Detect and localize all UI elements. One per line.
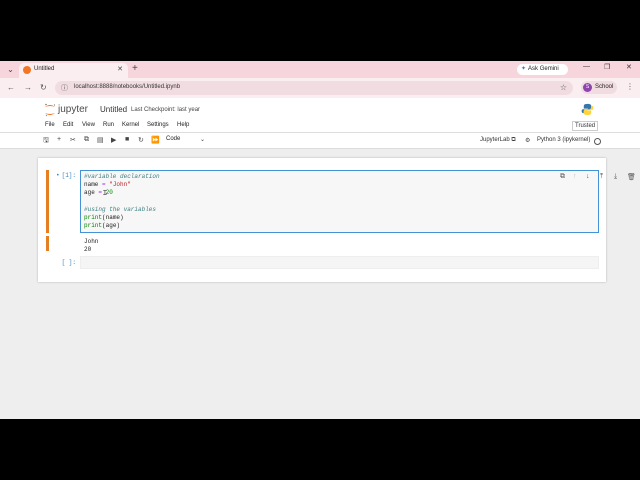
menu-help[interactable]: Help xyxy=(177,122,189,128)
cell-type-select[interactable]: Code xyxy=(166,136,180,142)
paste-icon[interactable]: ▤ xyxy=(97,136,104,144)
browser-toolbar: ← → ↻ ⓘ localhost:8888/notebooks/Untitle… xyxy=(0,78,640,98)
menu-file[interactable]: File xyxy=(45,122,55,128)
code-line: name = "John" xyxy=(84,181,131,188)
code-token: name xyxy=(84,181,99,188)
forward-icon[interactable]: → xyxy=(24,83,32,92)
insert-cell-icon[interactable]: + xyxy=(57,136,61,143)
code-cell-editor[interactable]: #variable declaration name = "John" age … xyxy=(80,170,636,233)
python-logo-icon xyxy=(581,103,594,116)
code-token: print xyxy=(84,214,103,221)
jupyter-menubar: File Edit View Run Kernel Settings Help … xyxy=(0,119,640,133)
code-line: print(name) xyxy=(84,214,124,221)
notebook-name[interactable]: Untitled xyxy=(100,105,127,114)
delete-cell-icon[interactable]: 🗑 xyxy=(627,173,636,181)
menu-kernel[interactable]: Kernel xyxy=(122,122,139,128)
menu-view[interactable]: View xyxy=(82,122,95,128)
text-cursor-icon: Ɪ xyxy=(103,190,107,197)
url-text[interactable]: localhost:8888/notebooks/Untitled.ipynb xyxy=(74,84,180,90)
trusted-badge[interactable]: Trusted xyxy=(572,121,599,131)
back-icon[interactable]: ← xyxy=(7,83,15,92)
bookmark-star-icon[interactable]: ☆ xyxy=(560,83,567,92)
active-output-indicator xyxy=(46,236,49,251)
insert-above-icon[interactable]: ⤒ xyxy=(600,173,603,181)
active-cell-indicator xyxy=(46,170,49,233)
close-window-icon[interactable]: ✕ xyxy=(626,63,632,71)
jupyterlab-link[interactable]: JupyterLab ⧉ xyxy=(480,137,516,144)
minimize-icon[interactable]: — xyxy=(583,63,590,70)
save-icon[interactable]: 🖫 xyxy=(43,136,49,147)
copy-icon[interactable]: ⧉ xyxy=(84,136,89,144)
profile-label: School xyxy=(595,84,614,90)
jupyter-brand: jupyter xyxy=(58,104,89,115)
ask-gemini-label: Ask Gemini xyxy=(528,66,559,72)
cut-icon[interactable]: ✂ xyxy=(70,136,76,144)
jupyter-favicon-icon xyxy=(23,66,31,74)
site-info-icon[interactable]: ⓘ xyxy=(61,83,68,93)
new-tab-icon[interactable]: + xyxy=(132,63,138,74)
move-down-icon[interactable]: ↓ xyxy=(586,173,590,180)
tab-search-chevron-icon[interactable]: ⌄ xyxy=(5,64,16,75)
jupyterlab-label: JupyterLab xyxy=(480,137,510,143)
notebook-panel: • [1]: #variable declaration name = "John… xyxy=(38,158,636,282)
cell-prompt: • [1]: xyxy=(55,172,76,179)
code-line: #using the variables xyxy=(84,206,157,213)
chevron-down-icon[interactable]: ⌄ xyxy=(200,136,205,143)
code-token: "John" xyxy=(109,181,131,188)
code-token: (name) xyxy=(102,214,124,221)
screen: ⌄ Untitled ✕ + ✦ Ask Gemini — ❐ ✕ ← → ↻ ⓘ… xyxy=(0,61,640,419)
run-icon[interactable]: ▶ xyxy=(111,136,116,144)
menu-edit[interactable]: Edit xyxy=(63,122,73,128)
insert-below-icon[interactable]: ⤓ xyxy=(614,173,617,181)
output-line: John xyxy=(84,238,99,245)
last-checkpoint: Last Checkpoint: last year xyxy=(131,107,201,113)
tab-close-icon[interactable]: ✕ xyxy=(117,65,123,73)
code-token: = xyxy=(98,181,110,188)
ask-gemini-button[interactable]: ✦ Ask Gemini xyxy=(517,64,568,75)
menu-run[interactable]: Run xyxy=(103,122,114,128)
code-line: age = 20 xyxy=(84,189,113,196)
code-line: #variable declaration xyxy=(84,173,160,180)
kernel-gear-icon[interactable]: ⚙ xyxy=(525,137,530,144)
gemini-sparkle-icon: ✦ xyxy=(521,66,527,72)
browser-tab-strip: ⌄ Untitled ✕ + ✦ Ask Gemini — ❐ ✕ xyxy=(0,61,640,78)
move-up-icon[interactable]: ↑ xyxy=(573,173,577,180)
output-line: 20 xyxy=(84,246,92,253)
empty-code-cell[interactable] xyxy=(80,256,599,269)
restart-run-all-icon[interactable]: ⏩ xyxy=(151,136,160,144)
cell-toolbar: ⧉ ↑ ↓ ⤒ ⤓ 🗑 xyxy=(560,173,640,183)
duplicate-cell-icon[interactable]: ⧉ xyxy=(560,173,565,181)
notebook-toolbar: 🖫 + ✂ ⧉ ▤ ▶ ■ ↻ ⏩ Code ⌄ JupyterLab ⧉ ⚙ … xyxy=(0,133,640,149)
tab-title: Untitled xyxy=(34,66,55,72)
reload-icon[interactable]: ↻ xyxy=(40,83,47,92)
code-token: print xyxy=(84,222,103,229)
address-bar[interactable]: ⓘ localhost:8888/notebooks/Untitled.ipyn… xyxy=(55,81,573,95)
profile-button[interactable]: S School xyxy=(581,81,617,94)
browser-menu-icon[interactable]: ⋮ xyxy=(626,82,634,91)
cell-execution-count: [1]: xyxy=(61,172,76,179)
empty-cell-prompt: [ ]: xyxy=(61,259,76,266)
kernel-status-icon xyxy=(594,138,601,145)
interrupt-icon[interactable]: ■ xyxy=(125,136,129,143)
browser-tab[interactable]: Untitled ✕ xyxy=(19,63,128,78)
code-token: age xyxy=(84,189,95,196)
jupyter-logo-icon[interactable] xyxy=(44,103,56,117)
restart-icon[interactable]: ↻ xyxy=(138,136,144,144)
code-token: (age) xyxy=(102,222,121,229)
code-line: print(age) xyxy=(84,222,120,229)
jupyter-header: jupyter Untitled Last Checkpoint: last y… xyxy=(0,98,640,119)
kernel-name[interactable]: Python 3 (ipykernel) xyxy=(537,137,590,143)
menu-settings[interactable]: Settings xyxy=(147,122,169,128)
restore-icon[interactable]: ❐ xyxy=(604,63,610,71)
avatar: S xyxy=(583,83,592,92)
